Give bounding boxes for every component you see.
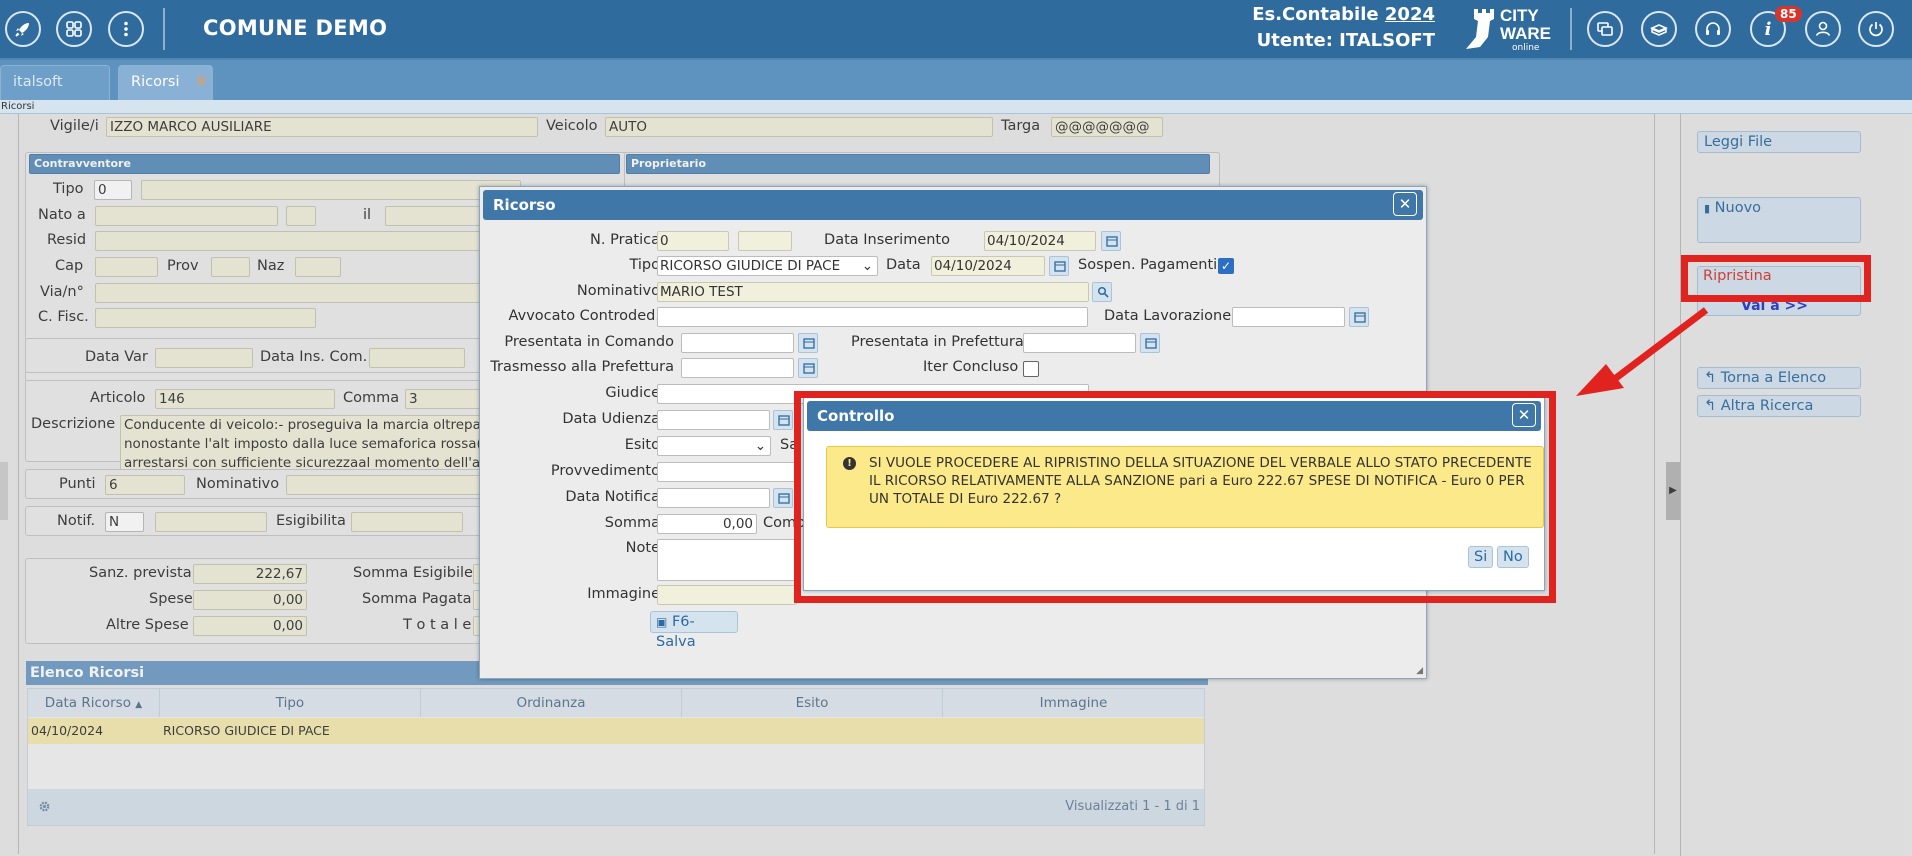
data-lav-field[interactable] [1232,307,1345,327]
header-divider-2 [1570,8,1572,50]
avvocato-label: Avvocato Controded. [508,308,660,324]
calendar-icon[interactable] [1101,231,1121,251]
pres-comando-field[interactable] [681,333,794,353]
npratica-field[interactable]: 0 [657,231,729,251]
es-contabile-text: Es.Contabile [1252,4,1379,25]
tower-logo-icon [1466,9,1494,49]
tab-bar: italsoft Home Ricorsi ✕ [0,60,1912,123]
chevron-down-icon: ⌄ [754,438,766,454]
data-lav-label: Data Lavorazione [1104,308,1232,324]
grid-icon[interactable] [56,11,92,47]
npratica-anno-field[interactable] [738,231,792,251]
es-contabile-label: Es.Contabile 2024 [1252,4,1435,25]
note-label: Note [625,540,660,556]
calendar-icon[interactable] [1349,307,1369,327]
pres-comando-label: Presentata in Comando [504,334,674,350]
sospen-label: Sospen. Pagamenti [1078,257,1218,273]
resize-handle[interactable]: ◢ [1416,666,1423,676]
calendar-icon[interactable] [798,358,818,378]
app-title: COMUNE DEMO [203,16,388,40]
data-field[interactable]: 04/10/2024 [931,256,1045,276]
breadcrumb: Ricorsi [0,100,1912,114]
trasmesso-field[interactable] [681,358,794,378]
salva-button[interactable]: ▣ F6-Salva [650,611,738,650]
power-icon[interactable] [1858,11,1894,47]
somma-field[interactable]: 0,00 [657,514,757,534]
nominativo-field[interactable]: MARIO TEST [657,282,1089,302]
windows-icon[interactable] [1587,11,1623,47]
tab-italsoft-home[interactable]: italsoft Home [0,65,110,123]
logo-line1: CITY [1500,6,1539,25]
annotation-box-dialog [794,391,1556,603]
avvocato-field[interactable] [657,307,1088,327]
calendar-icon[interactable] [1140,333,1160,353]
user-icon[interactable] [1805,11,1841,47]
data-udienza-field[interactable] [657,410,770,430]
cityware-logo: CITY WARE online [1460,5,1560,53]
iter-checkbox[interactable] [1023,361,1039,377]
calendar-icon[interactable] [1049,256,1069,276]
sospen-checkbox[interactable]: ✓ [1218,258,1234,274]
top-bar: COMUNE DEMO Es.Contabile 2024 Utente: IT… [0,0,1912,60]
somma-label: Somma [604,515,660,531]
logo-line3: online [1512,43,1540,53]
data-notifica-label: Data Notifica [565,489,660,505]
provvedimento-field[interactable] [657,462,797,482]
giudice-label: Giudice [605,385,660,401]
immagine-field[interactable] [657,585,797,605]
header-divider [163,8,165,50]
data-notifica-field[interactable] [657,488,770,508]
note-field[interactable] [657,539,797,581]
trasmesso-label: Trasmesso alla Prefettura [490,359,674,375]
save-icon: ▣ [656,615,668,629]
nominativo-label: Nominativo [576,283,660,299]
immagine-label: Immagine [587,586,660,602]
user-label: Utente: ITALSOFT [1256,30,1435,51]
logo-line2: WARE [1500,24,1551,43]
provvedimento-label: Provvedimento [550,463,660,479]
close-icon[interactable]: ✕ [1393,192,1417,216]
headset-icon[interactable] [1695,11,1731,47]
es-contabile-year[interactable]: 2024 [1385,4,1435,25]
data-ins-field[interactable]: 04/10/2024 [984,231,1096,251]
calendar-icon[interactable] [798,333,818,353]
esito-select[interactable]: ⌄ [657,436,771,456]
esito-label: Esito [624,437,660,453]
calendar-icon[interactable] [773,488,793,508]
pres-prefettura-label: Presentata in Prefettura [851,334,1024,350]
calendar-icon[interactable] [773,410,793,430]
tipo-label: Tipo [629,257,660,273]
more-vertical-icon[interactable] [108,11,144,47]
annotation-arrow [1576,307,1709,396]
search-icon[interactable] [1092,282,1112,302]
iter-label: Iter Concluso [923,359,1019,375]
ricorso-dialog-title: Ricorso [483,190,1423,220]
data-label: Data [886,257,921,273]
data-ins-label: Data Inserimento [824,232,950,248]
chevron-down-icon: ⌄ [861,258,873,274]
close-icon[interactable]: ✕ [195,72,208,90]
tipo-select-value: RICORSO GIUDICE DI PACE [660,258,841,274]
notification-badge: 85 [1775,6,1802,22]
data-udienza-label: Data Udienza [562,411,660,427]
pres-prefettura-field[interactable] [1023,333,1136,353]
tipo-select[interactable]: RICORSO GIUDICE DI PACE ⌄ [657,256,878,276]
rocket-icon[interactable] [5,11,41,47]
annotation-box-ripristina [1681,255,1871,302]
npratica-label: N. Pratica [590,232,660,248]
books-icon[interactable] [1641,11,1677,47]
